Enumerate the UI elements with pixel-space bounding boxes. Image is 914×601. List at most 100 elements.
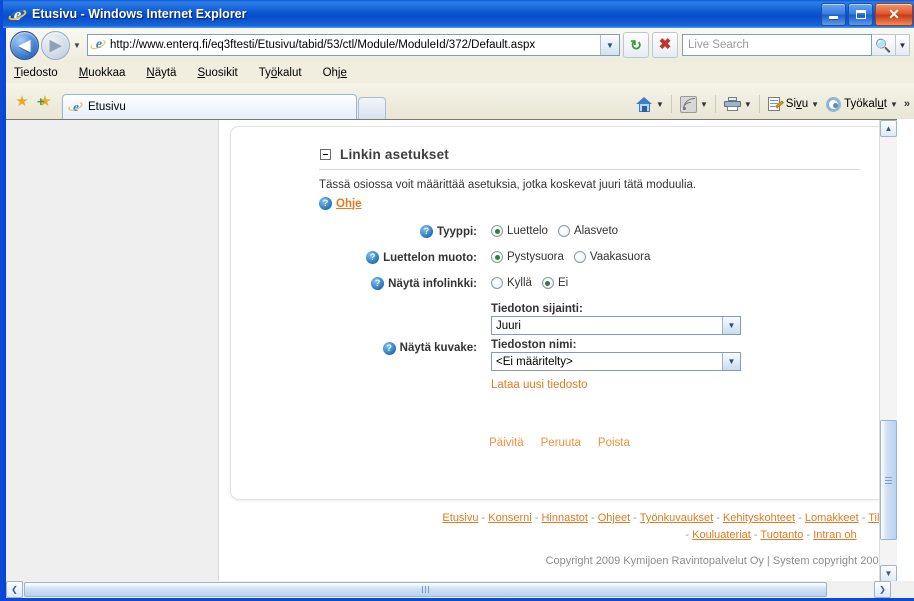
maximize-button[interactable] bbox=[848, 3, 873, 26]
forward-button[interactable]: ▶ bbox=[41, 30, 70, 60]
cancel-link[interactable]: Peruuta bbox=[541, 437, 581, 449]
question-icon: ? bbox=[382, 341, 396, 355]
page-menu-button[interactable]: Sivu ▼ bbox=[767, 96, 822, 112]
print-button[interactable]: ▼ bbox=[723, 97, 755, 111]
footer-link-lomakkeet[interactable]: Lomakkeet bbox=[805, 512, 859, 524]
tab-etusivu[interactable]: e Etusivu bbox=[62, 94, 357, 119]
menu-item-nayta[interactable]: Näytä bbox=[146, 67, 176, 79]
radio-option-luettelo[interactable]: Luettelo bbox=[491, 225, 548, 237]
search-provider-dropdown[interactable]: ▼ bbox=[896, 34, 910, 56]
navigation-bar: ◀ ▶ ▼ e http://www.enterq.fi/eq3ftesti/E… bbox=[6, 28, 914, 62]
field-label-tyyppi: Tyyppi: bbox=[436, 225, 477, 238]
address-bar[interactable]: e http://www.enterq.fi/eq3ftesti/Etusivu… bbox=[87, 34, 620, 56]
history-dropdown-button[interactable]: ▼ bbox=[70, 41, 84, 50]
page-left-panel bbox=[6, 120, 219, 581]
footer-link-hinnastot[interactable]: Hinnastot bbox=[541, 512, 587, 524]
footer-link-tyonkuvaukset[interactable]: Työnkuvaukset bbox=[640, 512, 713, 524]
field-label-nayta-kuvake: Näytä kuvake: bbox=[399, 342, 477, 354]
tools-dropdown-icon[interactable]: ▼ bbox=[890, 100, 898, 109]
horizontal-scrollbar[interactable]: ❮ ❯ bbox=[6, 581, 914, 598]
scroll-right-button[interactable]: ❯ bbox=[874, 581, 891, 598]
scroll-left-button[interactable]: ❮ bbox=[6, 581, 23, 598]
module-help-row: ? Ohje bbox=[319, 197, 362, 210]
home-dropdown-icon[interactable]: ▼ bbox=[656, 100, 664, 109]
gear-icon bbox=[826, 96, 842, 112]
radio-option-vaakasuora[interactable]: Vaakasuora bbox=[573, 251, 650, 263]
footer-link-tuotanto[interactable]: Tuotanto bbox=[760, 529, 803, 541]
toolbar-overflow-button[interactable]: » bbox=[904, 98, 910, 110]
tab-bar: ★ ★ + e Etusivu ▼ ▼ ▼ Sivu ▼ Työkalut ▼ … bbox=[6, 83, 914, 119]
add-favorite-icon[interactable]: ★ + bbox=[34, 90, 56, 112]
field-row-luettelon-muoto: ? Luettelon muoto: Pystysuora Vaakasuora bbox=[231, 251, 888, 264]
radio-label: Pystysuora bbox=[507, 251, 564, 263]
delete-link[interactable]: Poista bbox=[598, 437, 630, 449]
radio-option-alasveto[interactable]: Alasveto bbox=[557, 225, 618, 237]
menu-item-suosikit[interactable]: Suosikit bbox=[197, 67, 237, 79]
footer-link-etusivu[interactable]: Etusivu bbox=[442, 512, 478, 524]
rss-icon bbox=[679, 95, 697, 113]
radio-icon[interactable] bbox=[541, 277, 554, 289]
refresh-button[interactable]: ↻ bbox=[623, 32, 649, 58]
minimize-button[interactable] bbox=[821, 3, 846, 26]
footer-link-kouluateriat[interactable]: Kouluateriat bbox=[692, 529, 751, 541]
vertical-scrollbar[interactable]: ▲ ▼ bbox=[879, 120, 897, 582]
radio-label: Ei bbox=[557, 277, 569, 289]
radio-icon[interactable] bbox=[491, 251, 503, 263]
feeds-button[interactable]: ▼ bbox=[679, 95, 711, 113]
radio-icon[interactable] bbox=[573, 251, 586, 263]
feeds-dropdown-icon[interactable]: ▼ bbox=[700, 100, 708, 109]
back-button[interactable]: ◀ bbox=[10, 30, 39, 60]
scroll-down-button[interactable]: ▼ bbox=[880, 565, 897, 582]
scroll-up-button[interactable]: ▲ bbox=[880, 120, 897, 137]
file-name-value: <Ei määritelty> bbox=[496, 355, 573, 368]
footer-link-ohjeet[interactable]: Ohjeet bbox=[598, 512, 630, 524]
module-description: Tässä osiossa voit määrittää asetuksia, … bbox=[319, 179, 697, 191]
page-content-column: Linkin asetukset Tässä osiossa voit määr… bbox=[219, 120, 897, 581]
menu-item-muokkaa[interactable]: Muokkaa bbox=[79, 67, 126, 79]
radio-option-ei[interactable]: Ei bbox=[541, 277, 569, 289]
footer-link-intran[interactable]: Intran oh bbox=[813, 529, 856, 541]
footer-link-kehityskohteet[interactable]: Kehityskohteet bbox=[723, 512, 795, 524]
radio-icon[interactable] bbox=[491, 225, 503, 237]
radio-icon[interactable] bbox=[557, 225, 570, 237]
file-location-select[interactable]: Juuri ▼ bbox=[491, 316, 741, 335]
vertical-scroll-thumb[interactable] bbox=[880, 420, 897, 540]
print-dropdown-icon[interactable]: ▼ bbox=[744, 100, 752, 109]
page-dropdown-icon[interactable]: ▼ bbox=[811, 100, 819, 109]
page-menu-label: Sivu bbox=[785, 98, 809, 110]
file-location-label: Tiedoton sijainti: bbox=[491, 303, 583, 315]
close-button[interactable]: ✕ bbox=[875, 3, 913, 26]
update-link[interactable]: Päivitä bbox=[489, 437, 524, 449]
home-button[interactable]: ▼ bbox=[636, 96, 667, 112]
radio-option-pystysuora[interactable]: Pystysuora bbox=[491, 251, 564, 263]
address-input[interactable]: http://www.enterq.fi/eq3ftesti/Etusivu/t… bbox=[110, 35, 600, 55]
radio-label: Luettelo bbox=[507, 225, 548, 237]
stop-button[interactable]: ✖ bbox=[652, 32, 678, 58]
menu-bar: Tiedosto Muokkaa Näytä Suosikit Työkalut… bbox=[6, 62, 914, 83]
radio-option-kylla[interactable]: Kyllä bbox=[491, 277, 532, 289]
file-name-select[interactable]: <Ei määritelty> ▼ bbox=[491, 352, 741, 371]
search-input[interactable]: Live Search bbox=[682, 34, 872, 56]
menu-item-tiedosto[interactable]: Tiedosto bbox=[14, 67, 58, 79]
question-icon: ? bbox=[371, 277, 385, 290]
chevron-down-icon[interactable]: ▼ bbox=[722, 353, 740, 370]
module-actions: Päivitä Peruuta Poista bbox=[231, 437, 888, 449]
search-go-button[interactable]: 🔍 bbox=[872, 34, 896, 56]
help-link[interactable]: Ohje bbox=[336, 198, 362, 210]
footer-link-konserni[interactable]: Konserni bbox=[488, 512, 531, 524]
radio-icon[interactable] bbox=[491, 277, 503, 289]
upload-new-file-link[interactable]: Lataa uusi tiedosto bbox=[491, 379, 588, 391]
field-label-cell: ? Tyyppi: bbox=[231, 225, 491, 238]
horizontal-scroll-thumb[interactable] bbox=[24, 582, 827, 597]
menu-item-ohje[interactable]: Ohje bbox=[323, 67, 347, 79]
refresh-icon: ↻ bbox=[630, 37, 642, 53]
collapse-toggle-icon[interactable] bbox=[320, 148, 331, 160]
toolbar-separator bbox=[714, 95, 716, 113]
new-tab-button[interactable] bbox=[358, 97, 386, 119]
tools-menu-button[interactable]: Työkalut ▼ bbox=[826, 96, 901, 112]
icon-file-picker: Tiedoton sijainti: Juuri ▼ Tiedoston nim… bbox=[491, 303, 888, 393]
menu-item-tyokalut[interactable]: Työkalut bbox=[259, 67, 302, 79]
chevron-down-icon[interactable]: ▼ bbox=[722, 317, 740, 334]
favorites-star-icon[interactable]: ★ bbox=[11, 90, 33, 112]
address-dropdown-button[interactable]: ▼ bbox=[600, 35, 619, 55]
